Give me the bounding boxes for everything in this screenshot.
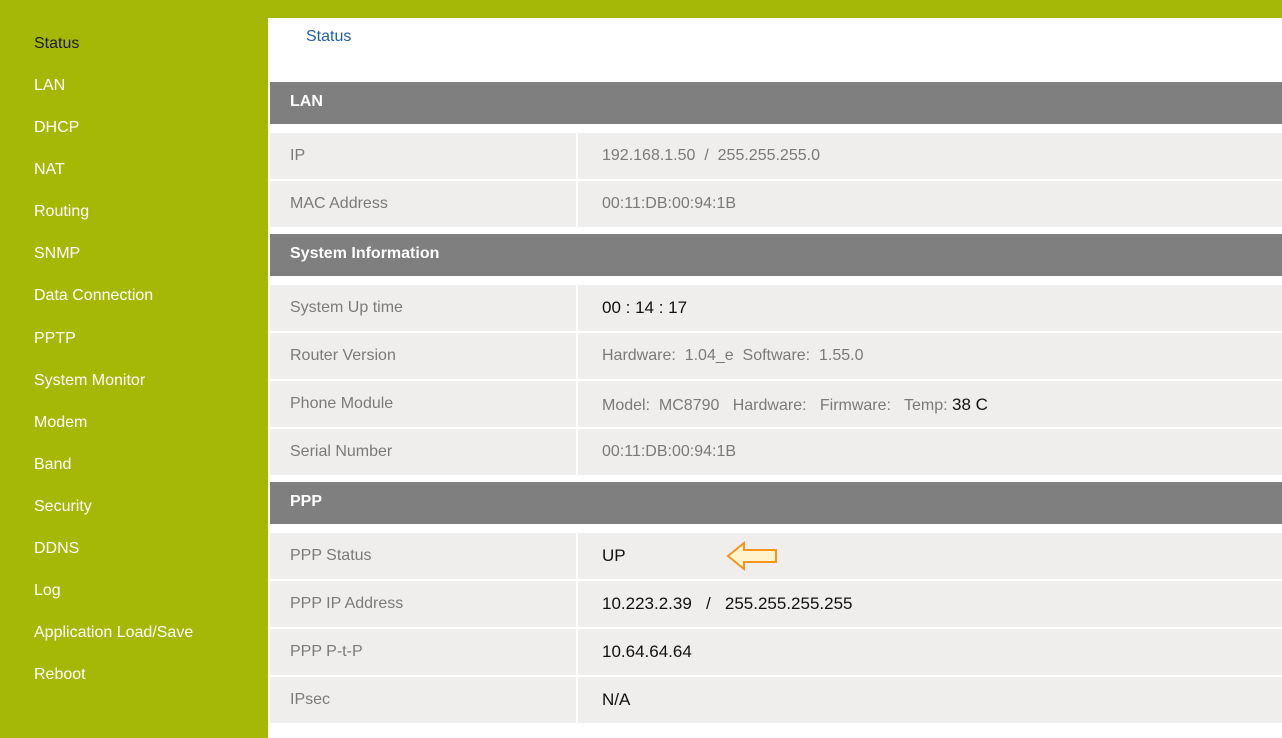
- sidebar-item-status[interactable]: Status: [34, 34, 79, 54]
- sidebar-item-log[interactable]: Log: [34, 581, 61, 601]
- row-label: IPsec: [290, 691, 331, 708]
- row-ipsec: IPsec N/A: [270, 677, 1282, 723]
- sidebar-item-routing[interactable]: Routing: [34, 202, 89, 222]
- sidebar-item-ddns[interactable]: DDNS: [34, 539, 79, 559]
- row-system-up-time: System Up time 00 : 14 : 17: [270, 285, 1282, 331]
- row-ip: IP 192.168.1.50 / 255.255.255.0: [270, 133, 1282, 179]
- sidebar-item-modem[interactable]: Modem: [34, 413, 87, 433]
- sidebar-item-nat[interactable]: NAT: [34, 160, 65, 180]
- section-title: System Information: [290, 245, 440, 262]
- row-label: PPP P-t-P: [290, 643, 363, 660]
- divider: [576, 677, 578, 723]
- row-value: 00 : 14 : 17: [602, 298, 688, 317]
- sidebar-item-security[interactable]: Security: [34, 497, 92, 517]
- row-label: PPP Status: [290, 547, 372, 564]
- divider: [576, 333, 578, 379]
- top-bar: [0, 0, 1282, 18]
- sidebar-item-band[interactable]: Band: [34, 455, 71, 475]
- row-label: Phone Module: [290, 395, 394, 412]
- divider: [576, 429, 578, 475]
- divider: [576, 133, 578, 179]
- divider: [576, 629, 578, 675]
- row-phone-module: Phone Module Model: MC8790 Hardware: Fir…: [270, 381, 1282, 427]
- divider: [576, 285, 578, 331]
- sidebar-item-lan[interactable]: LAN: [34, 76, 65, 96]
- temperature-value: 38 C: [952, 395, 988, 414]
- row-label: Serial Number: [290, 443, 393, 460]
- divider: [576, 181, 578, 227]
- row-value: Model: MC8790 Hardware: Firmware: Temp: …: [602, 395, 988, 415]
- row-serial-number: Serial Number 00:11:DB:00:94:1B: [270, 429, 1282, 475]
- row-label: System Up time: [290, 299, 403, 316]
- row-label: Router Version: [290, 347, 396, 364]
- row-label: PPP IP Address: [290, 595, 404, 612]
- row-value: 00:11:DB:00:94:1B: [602, 195, 737, 212]
- row-ppp-status: PPP Status UP: [270, 533, 1282, 579]
- section-header-system-information: System Information: [270, 234, 1282, 276]
- row-value: 00:11:DB:00:94:1B: [602, 443, 737, 460]
- row-router-version: Router Version Hardware: 1.04_e Software…: [270, 333, 1282, 379]
- divider: [576, 533, 578, 579]
- section-title: LAN: [290, 93, 323, 110]
- breadcrumb: Status: [306, 28, 352, 45]
- sidebar-item-system-monitor[interactable]: System Monitor: [34, 371, 145, 391]
- section-title: PPP: [290, 493, 323, 510]
- row-value: 10.223.2.39 / 255.255.255.255: [602, 594, 853, 613]
- left-arrow-icon: [726, 541, 777, 571]
- phone-module-details: Model: MC8790 Hardware: Firmware: Temp:: [602, 397, 953, 414]
- row-value: N/A: [602, 690, 631, 709]
- row-ppp-ip-address: PPP IP Address 10.223.2.39 / 255.255.255…: [270, 581, 1282, 627]
- row-value: 10.64.64.64: [602, 642, 692, 661]
- sidebar-item-snmp[interactable]: SNMP: [34, 244, 80, 264]
- section-header-ppp: PPP: [270, 482, 1282, 524]
- row-value: 192.168.1.50 / 255.255.255.0: [602, 147, 820, 164]
- sidebar-nav: Status LAN DHCP NAT Routing SNMP Data Co…: [0, 18, 268, 738]
- sidebar-item-dhcp[interactable]: DHCP: [34, 118, 79, 138]
- main-content: Status LAN IP 192.168.1.50 / 255.255.255…: [268, 18, 1282, 738]
- row-ppp-p-t-p: PPP P-t-P 10.64.64.64: [270, 629, 1282, 675]
- row-label: IP: [290, 147, 306, 164]
- sidebar-item-pptp[interactable]: PPTP: [34, 329, 76, 349]
- row-value: Hardware: 1.04_e Software: 1.55.0: [602, 347, 864, 364]
- row-value: UP: [602, 546, 626, 565]
- sidebar-item-application-load-save[interactable]: Application Load/Save: [34, 623, 193, 643]
- divider: [576, 381, 578, 427]
- row-label: MAC Address: [290, 195, 388, 212]
- row-mac-address: MAC Address 00:11:DB:00:94:1B: [270, 181, 1282, 227]
- divider: [576, 581, 578, 627]
- sidebar-item-data-connection[interactable]: Data Connection: [34, 286, 153, 306]
- sidebar-item-reboot[interactable]: Reboot: [34, 665, 86, 685]
- section-header-lan: LAN: [270, 82, 1282, 124]
